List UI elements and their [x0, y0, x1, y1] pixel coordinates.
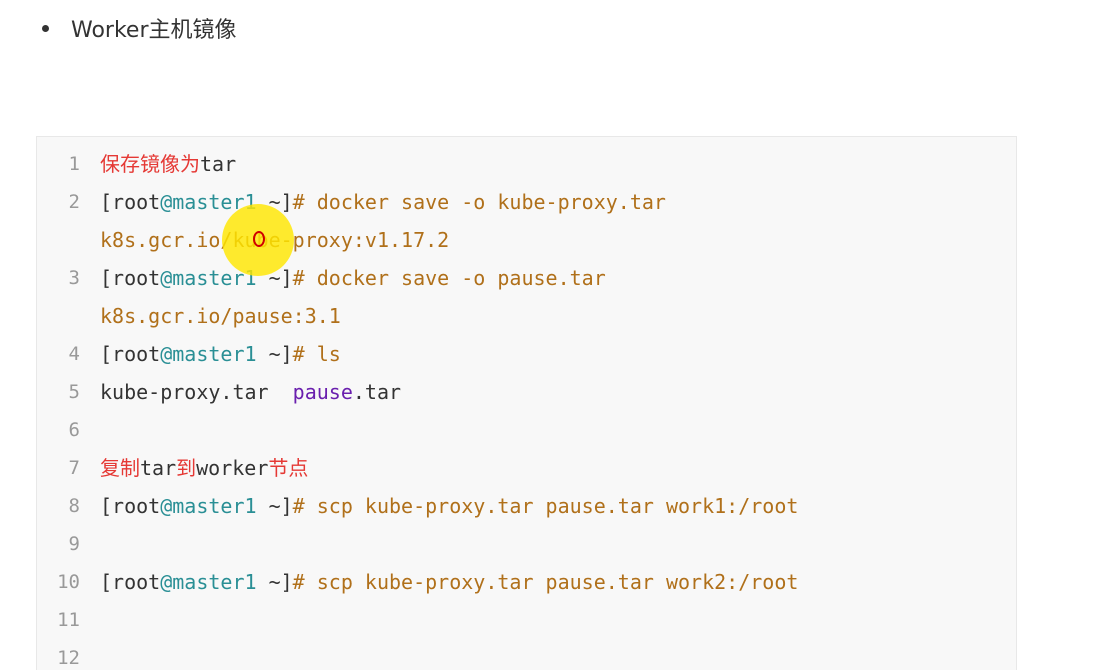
prompt-hash: # [292, 266, 317, 290]
line-number: 8 [68, 495, 80, 517]
prompt-host: @master1 [160, 190, 257, 214]
code-line: 12 [37, 639, 1016, 670]
code-line: 6 [37, 411, 1016, 449]
prompt-user: [root [100, 342, 161, 366]
line-number: 3 [68, 267, 80, 289]
line-content: 保存镜像为tar [80, 145, 1016, 183]
prompt-user: [root [100, 266, 161, 290]
prompt-hash: # [292, 494, 317, 518]
line-number: 5 [68, 381, 80, 403]
output-keyword: pause [292, 380, 353, 404]
comment-text: 保存镜像为 [100, 152, 200, 176]
comment-text: 节点 [268, 456, 309, 480]
line-content: 复制tar到worker节点 [80, 449, 1016, 487]
line-content: [root@master1 ~]# scp kube-proxy.tar pau… [80, 487, 1016, 525]
command-text: docker save -o pause.tar [316, 266, 606, 290]
line-number: 10 [57, 571, 80, 593]
prompt-hash: # [292, 570, 317, 594]
code-line: 1 保存镜像为tar [37, 145, 1016, 183]
command-continuation: k8s.gcr.io/pause:3.1 [100, 304, 341, 328]
prompt-user: [root [100, 190, 161, 214]
line-content [80, 601, 1016, 639]
code-line: 11 [37, 601, 1016, 639]
page: Worker主机镜像 1 保存镜像为tar 2 [root@master1 ~]… [0, 0, 1100, 670]
comment-text: tar [140, 456, 177, 480]
code-line: 9 [37, 525, 1016, 563]
prompt-dir: ~] [256, 342, 293, 366]
line-number: 11 [57, 609, 80, 631]
prompt-hash: # [292, 190, 317, 214]
code-line: 5 kube-proxy.tar pause.tar [37, 373, 1016, 411]
line-number: 12 [57, 647, 80, 669]
prompt-dir: ~] [256, 190, 293, 214]
code-line-wrap: k8s.gcr.io/pause:3.1 [37, 297, 1016, 335]
code-block[interactable]: 1 保存镜像为tar 2 [root@master1 ~]# docker sa… [36, 136, 1017, 670]
command-text: scp kube-proxy.tar pause.tar work2:/root [316, 570, 799, 594]
line-number: 7 [68, 457, 80, 479]
line-content: [root@master1 ~]# scp kube-proxy.tar pau… [80, 563, 1016, 601]
command-continuation: k8s.gcr.io/kube-proxy:v1.17.2 [100, 228, 450, 252]
prompt-host: @master1 [160, 342, 257, 366]
prompt-dir: ~] [256, 570, 293, 594]
line-content: [root@master1 ~]# ls [80, 335, 1016, 373]
line-content [80, 639, 1016, 670]
command-text: scp kube-proxy.tar pause.tar work1:/root [316, 494, 799, 518]
comment-text: 复制 [100, 456, 140, 480]
prompt-host: @master1 [160, 494, 257, 518]
comment-text: worker [196, 456, 269, 480]
code-line: 10 [root@master1 ~]# scp kube-proxy.tar … [37, 563, 1016, 601]
line-content: kube-proxy.tar pause.tar [80, 373, 1016, 411]
line-number: 2 [68, 191, 80, 213]
code-line: 8 [root@master1 ~]# scp kube-proxy.tar p… [37, 487, 1016, 525]
line-content [80, 411, 1016, 449]
prompt-host: @master1 [160, 570, 257, 594]
line-number: 1 [68, 153, 80, 175]
prompt-user: [root [100, 494, 161, 518]
line-number: 4 [68, 343, 80, 365]
prompt-host: @master1 [160, 266, 257, 290]
bullet-item: Worker主机镜像 [42, 12, 237, 44]
prompt-user: [root [100, 570, 161, 594]
line-content: [root@master1 ~]# docker save -o pause.t… [80, 259, 1016, 297]
line-number: 6 [68, 419, 80, 441]
code-line: 2 [root@master1 ~]# docker save -o kube-… [37, 183, 1016, 221]
line-number: 9 [68, 533, 80, 555]
output-ext: .tar [352, 380, 402, 404]
line-content [80, 525, 1016, 563]
command-text: ls [316, 342, 341, 366]
bullet-dot-icon [42, 24, 49, 32]
code-line: 3 [root@master1 ~]# docker save -o pause… [37, 259, 1016, 297]
comment-tail: tar [200, 152, 237, 176]
code-line: 4 [root@master1 ~]# ls [37, 335, 1016, 373]
code-line: 7 复制tar到worker节点 [37, 449, 1016, 487]
code-line-wrap: k8s.gcr.io/kube-proxy:v1.17.2 [37, 221, 1016, 259]
command-text: docker save -o kube-proxy.tar [316, 190, 666, 214]
prompt-dir: ~] [256, 494, 293, 518]
comment-text: 到 [176, 456, 197, 480]
bullet-heading: Worker主机镜像 [71, 18, 237, 43]
line-content: [root@master1 ~]# docker save -o kube-pr… [80, 183, 1016, 221]
prompt-hash: # [292, 342, 317, 366]
output-file: kube-proxy.tar [100, 380, 293, 404]
prompt-dir: ~] [256, 266, 293, 290]
mouse-cursor-icon [253, 231, 265, 247]
code-lines: 1 保存镜像为tar 2 [root@master1 ~]# docker sa… [37, 145, 1016, 670]
